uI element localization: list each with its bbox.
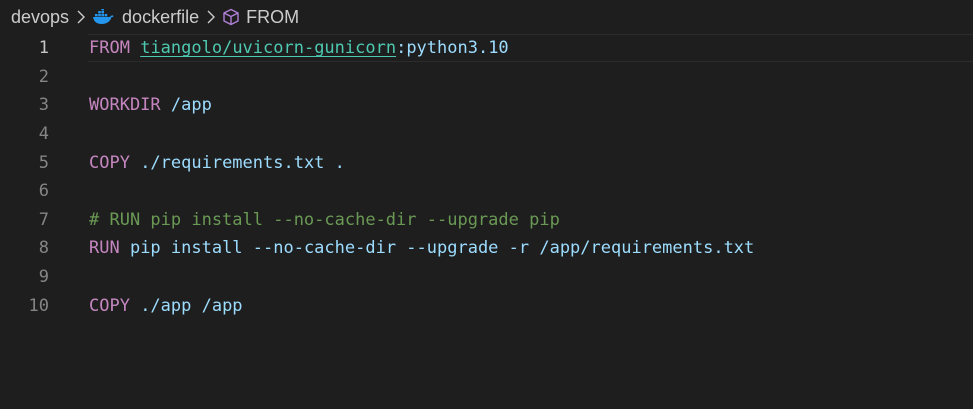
token-text: ./app /app xyxy=(129,295,243,316)
breadcrumb-symbol-label: FROM xyxy=(246,6,300,27)
code-line[interactable]: 2 xyxy=(0,63,973,92)
token-text: :python3.10 xyxy=(396,38,509,59)
line-number: 7 xyxy=(38,209,49,230)
token-comment: # RUN pip install --no-cache-dir --upgra… xyxy=(89,209,560,230)
breadcrumb-folder[interactable]: devops xyxy=(11,7,69,28)
code-line[interactable]: 8 RUN pip install --no-cache-dir --upgrad… xyxy=(0,234,973,263)
code-text: RUN pip install --no-cache-dir --upgrade… xyxy=(89,238,754,258)
token-text: /app xyxy=(160,95,212,116)
line-number: 3 xyxy=(38,95,49,116)
breadcrumb-file[interactable]: dockerfile xyxy=(92,7,199,28)
token-keyword: FROM xyxy=(89,38,130,59)
code-text: FROM tiangolo/uvicorn-gunicorn:python3.1… xyxy=(89,38,509,58)
token-link[interactable]: tiangolo/uvicorn-gunicorn xyxy=(140,38,396,58)
breadcrumb-symbol[interactable]: FROM xyxy=(222,7,299,28)
code-line[interactable]: 9 xyxy=(0,263,973,292)
code-line[interactable]: 5 COPY ./requirements.txt . xyxy=(0,148,973,177)
line-number: 5 xyxy=(38,152,49,173)
code-line[interactable]: 4 xyxy=(0,120,973,149)
token-keyword: RUN xyxy=(89,238,120,259)
code-line[interactable]: 10 COPY ./app /app xyxy=(0,291,973,320)
code-text: COPY ./app /app xyxy=(89,296,243,316)
token-text: ./requirements.txt . xyxy=(129,152,345,173)
line-number: 4 xyxy=(38,124,49,145)
cube-symbol-icon xyxy=(222,8,240,26)
token-text: pip install --no-cache-dir --upgrade -r … xyxy=(119,238,755,259)
breadcrumb: devops dockerfile FROM xyxy=(0,0,973,34)
code-text: COPY ./requirements.txt . xyxy=(89,153,345,173)
docker-whale-icon xyxy=(92,9,114,25)
code-line[interactable]: 3 WORKDIR /app xyxy=(0,91,973,120)
code-text: WORKDIR /app xyxy=(89,95,212,115)
code-line[interactable]: 6 xyxy=(0,177,973,206)
line-number: 1 xyxy=(38,38,49,59)
token-keyword: WORKDIR xyxy=(89,95,161,116)
line-number: 2 xyxy=(38,66,49,87)
code-line[interactable]: 1 FROM tiangolo/uvicorn-gunicorn:python3.… xyxy=(0,34,973,63)
breadcrumb-folder-label: devops xyxy=(11,6,70,27)
code-text: # RUN pip install --no-cache-dir --upgra… xyxy=(89,210,560,230)
token-keyword: COPY xyxy=(89,152,130,173)
chevron-right-icon xyxy=(76,10,86,24)
code-editor[interactable]: 1 FROM tiangolo/uvicorn-gunicorn:python3.… xyxy=(0,34,973,409)
breadcrumb-file-label: dockerfile xyxy=(122,6,200,27)
line-number: 9 xyxy=(38,267,49,288)
token-keyword: COPY xyxy=(89,295,130,316)
line-number: 10 xyxy=(28,295,49,316)
chevron-right-icon xyxy=(206,10,216,24)
line-number: 6 xyxy=(38,181,49,202)
code-line[interactable]: 7 # RUN pip install --no-cache-dir --upgr… xyxy=(0,206,973,235)
line-number: 8 xyxy=(38,238,49,259)
